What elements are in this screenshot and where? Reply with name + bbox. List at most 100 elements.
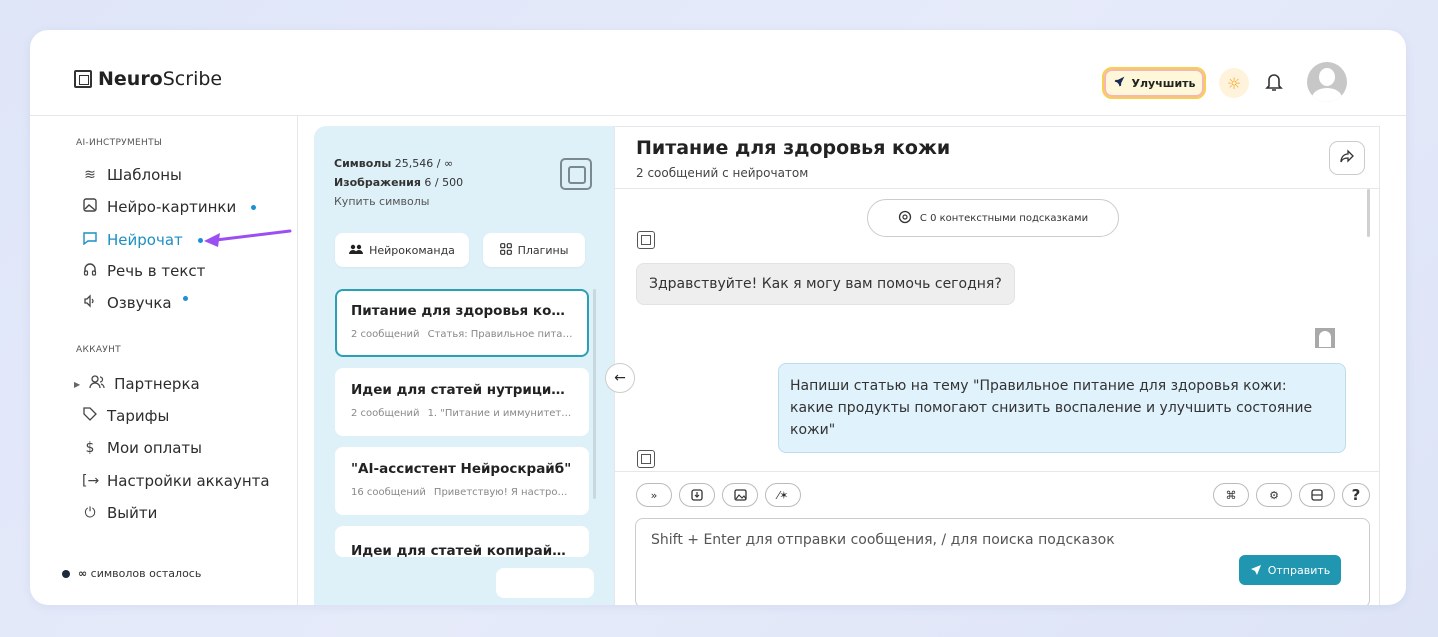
message-placeholder: Shift + Enter для отправки сообщения, / … [651, 532, 1115, 548]
caret-right-icon: ▶ [74, 379, 81, 389]
chat-list-item[interactable]: Идеи для статей копирайтера [335, 526, 589, 557]
chat-subtitle: 2 сообщений с нейрочатом [636, 166, 809, 180]
sidebar-item-label: Нейро-картинки [107, 198, 237, 216]
plugin-button[interactable]: ⌘ [1213, 483, 1249, 507]
symbols-label: Символы [334, 157, 392, 170]
chat-list-item[interactable]: Идеи для статей нутрициолога 2 сообщений… [335, 368, 589, 436]
expand-button[interactable]: » [636, 483, 672, 507]
app-window: NeuroScribe Улучшить ☼ AI-ИНСТРУМЕНТЫ ≋ … [30, 30, 1406, 605]
app-logo[interactable]: NeuroScribe [74, 68, 222, 90]
sidebar-item-partners[interactable]: ▶ Партнерка [74, 375, 200, 393]
users-icon [89, 375, 105, 393]
login-icon: [→ [82, 473, 100, 489]
chat-title: Идеи для статей копирайтера [351, 543, 573, 557]
help-label: ? [1351, 486, 1361, 504]
image-icon [82, 198, 98, 216]
sidebar-item-neurochat[interactable]: Нейрочат [82, 231, 203, 249]
sidebar-item-payments[interactable]: $ Мои оплаты [82, 439, 202, 457]
theme-toggle-button[interactable]: ☼ [1219, 68, 1249, 98]
bot-avatar-icon [637, 231, 655, 249]
image-button[interactable] [722, 483, 758, 507]
chat-preview: Статья: Правильное питание для здоровья … [427, 329, 573, 340]
images-label: Изображения [334, 176, 421, 189]
plugins-button-label: Плагины [517, 243, 569, 257]
sidebar-item-speech-to-text[interactable]: Речь в текст [82, 262, 205, 280]
arrow-left-icon: ← [614, 370, 626, 386]
settings-button[interactable]: ⚙ [1256, 483, 1292, 507]
chevrons-down-icon: » [650, 488, 658, 502]
symbols-remaining-status: ∞ символов осталось [62, 567, 201, 580]
logo-rest: Scribe [162, 68, 223, 90]
sidebar-item-voiceover[interactable]: Озвучка [82, 294, 188, 312]
tag-icon [82, 407, 98, 425]
image-icon [733, 489, 747, 501]
bell-icon [1265, 74, 1283, 91]
pointer-arrow [204, 229, 292, 247]
dollar-icon: $ [85, 440, 95, 456]
brand-logo-icon [560, 158, 592, 190]
gear-icon: ⚙ [1269, 488, 1279, 502]
title-divider [615, 188, 1379, 189]
neuro-team-button[interactable]: Нейрокоманда [335, 233, 469, 267]
messages-scrollbar[interactable] [1367, 189, 1370, 237]
context-hints-label: С 0 контекстными подсказками [919, 212, 1089, 224]
collapse-panel-button[interactable]: ← [605, 363, 635, 393]
rocket-icon [1113, 75, 1126, 91]
share-icon [1340, 149, 1354, 167]
chat-title: Идеи для статей нутрициолога [351, 382, 573, 398]
chat-title: Питание для здоровья кожи [636, 137, 951, 159]
sidebar-item-label: Озвучка [107, 294, 172, 312]
magic-button[interactable]: ⁄✶ [765, 483, 801, 507]
chat-count: 16 сообщений [351, 487, 426, 498]
section-label-tools: AI-ИНСТРУМЕНТЫ [76, 138, 163, 148]
sidebar-item-label: Речь в текст [107, 262, 206, 280]
chat-list-item[interactable]: "AI-ассистент Нейроскрайб" 16 сообщений П… [335, 447, 589, 515]
new-indicator-dot [182, 295, 188, 301]
power-icon: ⏻ [84, 505, 96, 521]
brain-icon [898, 210, 912, 227]
headphones-icon [82, 262, 98, 280]
sidebar-item-neuro-images[interactable]: Нейро-картинки [82, 198, 257, 216]
sidebar: AI-ИНСТРУМЕНТЫ ≋ Шаблоны Нейро-картинки … [30, 116, 298, 605]
share-button[interactable] [1329, 141, 1365, 175]
bot-message: Здравствуйте! Как я могу вам помочь сего… [636, 263, 1015, 305]
sidebar-item-label: Мои оплаты [107, 439, 202, 457]
user-message: Напиши статью на тему "Правильное питани… [778, 363, 1346, 453]
sidebar-item-label: Тарифы [107, 407, 170, 425]
user-message-avatar [1315, 328, 1335, 348]
magic-wand-icon: ⁄✶ [777, 488, 789, 502]
help-button[interactable]: ? [1342, 483, 1370, 507]
user-avatar[interactable] [1307, 62, 1347, 102]
status-dot [62, 569, 70, 578]
chat-title: "AI-ассистент Нейроскрайб" [351, 461, 572, 477]
chat-preview: 1. "Питание и иммунитет" [427, 408, 566, 419]
message-input[interactable]: Shift + Enter для отправки сообщения, / … [635, 518, 1370, 605]
upload-button[interactable] [679, 483, 715, 507]
upgrade-label: Улучшить [1131, 76, 1196, 90]
chats-scrollbar[interactable] [593, 289, 596, 499]
plugins-button[interactable]: Плагины [483, 233, 585, 267]
toolbar-divider [615, 471, 1379, 472]
status-text: символов осталось [90, 567, 202, 580]
sidebar-item-templates[interactable]: ≋ Шаблоны [82, 166, 182, 184]
sidebar-item-tariffs[interactable]: Тарифы [82, 407, 169, 425]
upload-icon [691, 489, 703, 501]
notifications-button[interactable] [1265, 72, 1283, 97]
logo-icon [74, 70, 92, 88]
sidebar-item-logout[interactable]: ⏻ Выйти [82, 504, 157, 522]
send-button[interactable]: Отправить [1239, 555, 1341, 585]
speaker-icon [82, 294, 98, 312]
team-button-label: Нейрокоманда [369, 243, 455, 257]
upgrade-button[interactable]: Улучшить [1102, 67, 1206, 99]
sidebar-item-account-settings[interactable]: [→ Настройки аккаунта [82, 472, 270, 490]
images-value: 6 / 500 [424, 176, 464, 189]
chat-list-item[interactable]: Питание для здоровья кожи 2 сообщений Ста… [335, 289, 589, 357]
usage-stats: Символы 25,546 / ∞ Изображения 6 / 500 К… [334, 154, 463, 211]
send-label: Отправить [1267, 563, 1331, 577]
sidebar-item-label: Настройки аккаунта [107, 472, 270, 490]
buy-symbols-link[interactable]: Купить символы [334, 192, 463, 211]
sidebar-item-label: Шаблоны [107, 166, 182, 184]
context-hints-pill[interactable]: С 0 контекстными подсказками [867, 199, 1119, 237]
chats-bottom-button[interactable] [496, 568, 594, 598]
layout-button[interactable] [1299, 483, 1335, 507]
